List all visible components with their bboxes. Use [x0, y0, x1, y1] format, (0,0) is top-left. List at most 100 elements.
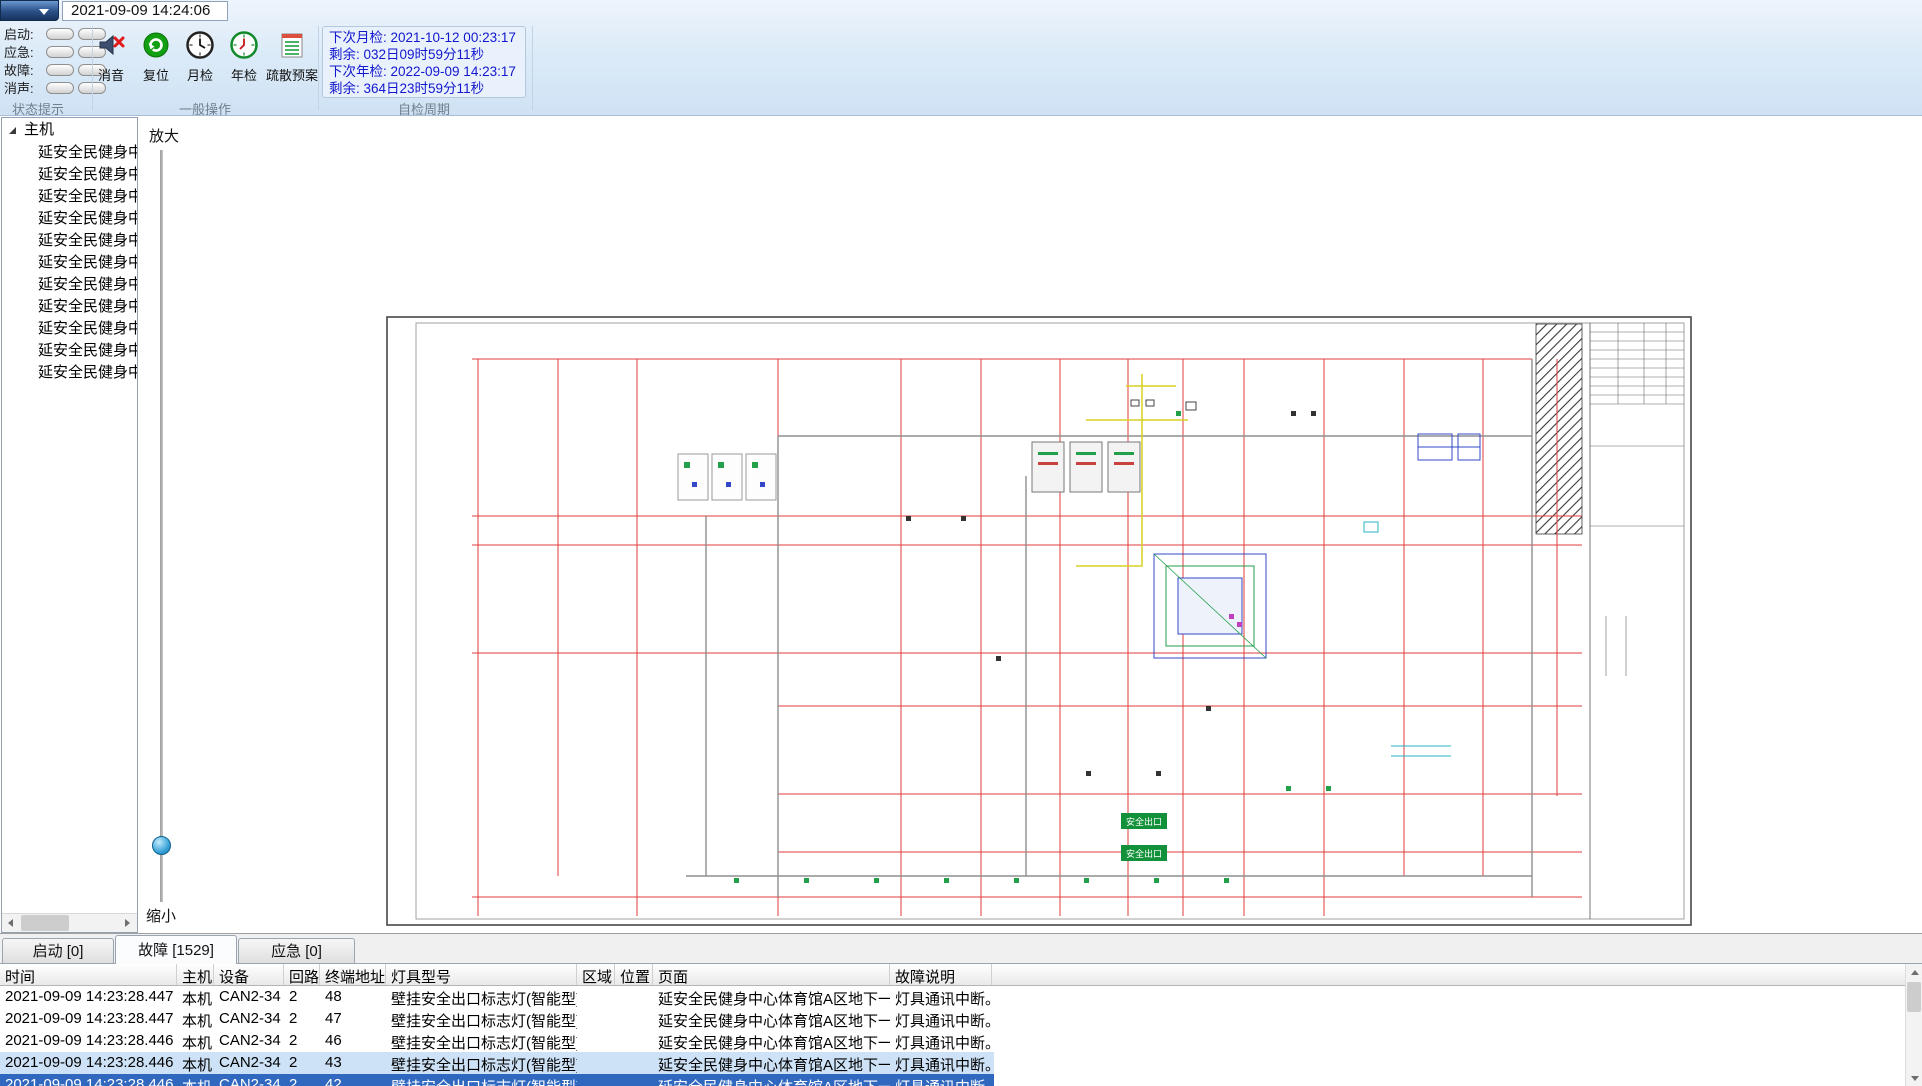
fault-row[interactable]: 2021-09-09 14:23:28.446本机CAN2-34243壁挂安全出…: [0, 1052, 994, 1074]
status-led: [46, 82, 74, 94]
tree-item[interactable]: 延安全民健身中: [2, 296, 137, 318]
fault-row[interactable]: 2021-09-09 14:23:28.446本机CAN2-34242壁挂安全出…: [0, 1074, 994, 1086]
left-arrow-icon: [8, 919, 13, 927]
cell-position: [615, 1008, 653, 1030]
column-header[interactable]: 故障说明: [890, 964, 992, 985]
next-monthly-check: 下次月检: 2021-10-12 00:23:17: [329, 29, 519, 46]
cell-host: 本机: [177, 986, 214, 1008]
tree-root-host[interactable]: 主机: [2, 118, 137, 142]
table-vertical-scrollbar[interactable]: [1905, 964, 1922, 1086]
status-led: [46, 46, 74, 58]
reset-icon: [141, 30, 171, 60]
evacuation-plan-button[interactable]: 疏散预案: [263, 29, 321, 95]
cell-desc: 灯具通讯中断。: [890, 986, 992, 1008]
tab-emergency[interactable]: 应急 [0]: [238, 938, 355, 963]
tree-item[interactable]: 延安全民健身中: [2, 362, 137, 384]
exit-sign-badge: 安全出口: [1121, 813, 1167, 829]
tree-horizontal-scrollbar[interactable]: [2, 913, 137, 932]
down-arrow-icon: [1911, 1076, 1919, 1081]
scrollbar-track[interactable]: [21, 914, 118, 932]
tree-item[interactable]: 延安全民健身中: [2, 208, 137, 230]
column-header[interactable]: 主机: [177, 964, 214, 985]
monthly-check-button-label: 月检: [187, 65, 213, 84]
scrollbar-thumb[interactable]: [21, 915, 69, 931]
column-header-filler: [992, 964, 1922, 985]
floor-plan-viewer: 放大 缩小: [139, 117, 1922, 933]
cell-model: 壁挂安全出口标志灯(智能型): [386, 986, 577, 1008]
tree-item[interactable]: 延安全民健身中: [2, 230, 137, 252]
column-header[interactable]: 回路: [284, 964, 320, 985]
monthly-check-button[interactable]: 月检: [178, 29, 222, 95]
column-header[interactable]: 位置: [615, 964, 653, 985]
evacuation-plan-icon: [277, 30, 307, 60]
tree-item[interactable]: 延安全民健身中: [2, 164, 137, 186]
cell-loop: 2: [284, 986, 320, 1008]
fault-row[interactable]: 2021-09-09 14:23:28.447本机CAN2-34247壁挂安全出…: [0, 1008, 994, 1030]
fault-table-header: 时间主机设备回路终端地址灯具型号区域位置页面故障说明: [0, 964, 1922, 986]
cell-host: 本机: [177, 1030, 214, 1052]
tree-item[interactable]: 延安全民健身中: [2, 252, 137, 274]
cell-time: 2021-09-09 14:23:28.447: [0, 986, 177, 1008]
floor-plan-drawing: 安全出口 安全出口: [386, 316, 1692, 926]
event-log-panel: 启动 [0] 故障 [1529] 应急 [0] 时间主机设备回路终端地址灯具型号…: [0, 933, 1922, 1086]
cell-model: 壁挂安全出口标志灯(智能型): [386, 1074, 577, 1086]
tree-item[interactable]: 延安全民健身中: [2, 340, 137, 362]
zoom-in-label: 放大: [149, 125, 179, 146]
monthly-check-icon: [185, 30, 215, 60]
cell-device: CAN2-34: [214, 1052, 284, 1074]
column-header[interactable]: 时间: [0, 964, 177, 985]
cell-position: [615, 986, 653, 1008]
column-header[interactable]: 区域: [577, 964, 615, 985]
monthly-remaining: 剩余: 032日09时59分11秒: [329, 46, 519, 63]
mute-icon: [96, 30, 126, 60]
app-menu-button[interactable]: [0, 0, 59, 21]
tree-item[interactable]: 延安全民健身中: [2, 142, 137, 164]
tab-start[interactable]: 启动 [0]: [2, 938, 114, 963]
cell-loop: 2: [284, 1052, 320, 1074]
cell-device: CAN2-34: [214, 1030, 284, 1052]
self-check-panel: 下次月检: 2021-10-12 00:23:17 剩余: 032日09时59分…: [322, 26, 526, 98]
reset-button-label: 复位: [143, 65, 169, 84]
cell-page: 延安全民健身中心体育馆A区地下一层: [653, 1052, 890, 1074]
svg-text:安全出口: 安全出口: [1126, 816, 1162, 827]
zoom-out-label: 缩小: [146, 905, 176, 926]
cell-host: 本机: [177, 1008, 214, 1030]
zoom-slider-thumb[interactable]: [152, 836, 171, 855]
scroll-left-button[interactable]: [2, 914, 21, 932]
column-header[interactable]: 终端地址: [320, 964, 386, 985]
cell-area: [577, 1052, 615, 1074]
group-separator: [532, 26, 533, 110]
column-header[interactable]: 灯具型号: [386, 964, 577, 985]
fault-row[interactable]: 2021-09-09 14:23:28.447本机CAN2-34248壁挂安全出…: [0, 986, 994, 1008]
svg-text:安全出口: 安全出口: [1126, 848, 1162, 859]
right-arrow-icon: [125, 919, 130, 927]
cell-time: 2021-09-09 14:23:28.446: [0, 1052, 177, 1074]
fault-row[interactable]: 2021-09-09 14:23:28.446本机CAN2-34246壁挂安全出…: [0, 1030, 994, 1052]
cell-loop: 2: [284, 1008, 320, 1030]
cell-device: CAN2-34: [214, 1008, 284, 1030]
cell-terminal: 47: [320, 1008, 386, 1030]
yearly-check-button[interactable]: 年检: [222, 29, 266, 95]
tree-item[interactable]: 延安全民健身中: [2, 274, 137, 296]
scrollbar-thumb[interactable]: [1907, 982, 1921, 1012]
mute-button[interactable]: 消音: [89, 29, 133, 95]
scroll-right-button[interactable]: [118, 914, 137, 932]
reset-button[interactable]: 复位: [134, 29, 178, 95]
cell-terminal: 46: [320, 1030, 386, 1052]
cell-desc: 灯具通讯中断。: [890, 1008, 992, 1030]
tree-item[interactable]: 延安全民健身中: [2, 318, 137, 340]
tree-item[interactable]: 延安全民健身中: [2, 186, 137, 208]
cell-area: [577, 1074, 615, 1086]
status-label-mute: 消声:: [4, 78, 42, 97]
column-header[interactable]: 页面: [653, 964, 890, 985]
cell-page: 延安全民健身中心体育馆A区地下一层: [653, 986, 890, 1008]
column-header[interactable]: 设备: [214, 964, 284, 985]
cell-model: 壁挂安全出口标志灯(智能型): [386, 1052, 577, 1074]
tab-fault[interactable]: 故障 [1529]: [115, 935, 237, 964]
status-led: [46, 28, 74, 40]
status-group-caption: 状态提示: [12, 99, 64, 118]
zoom-slider-track[interactable]: [160, 150, 163, 902]
fault-table-body: 2021-09-09 14:23:28.447本机CAN2-34248壁挂安全出…: [0, 986, 1922, 1086]
cell-time: 2021-09-09 14:23:28.446: [0, 1074, 177, 1086]
self-check-group-caption: 自检周期: [322, 99, 526, 118]
